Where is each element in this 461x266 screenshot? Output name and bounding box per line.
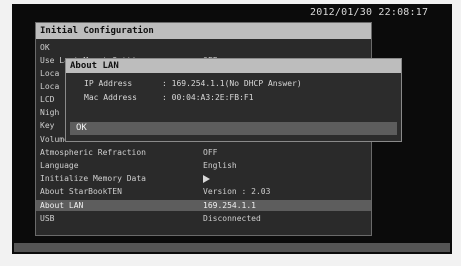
datetime-readout: 2012/01/30 22:08:17 bbox=[310, 7, 429, 18]
menu-item-ok[interactable]: OK bbox=[36, 42, 371, 53]
menu-item-value: Version : 2.03 bbox=[203, 187, 271, 196]
menu-item-label: Key bbox=[40, 121, 55, 130]
about-lan-dialog: About LAN IP Address : 169.254.1.1(No DHC… bbox=[65, 58, 402, 142]
dialog-title: About LAN bbox=[66, 59, 401, 73]
menu-item-label: OK bbox=[40, 43, 50, 52]
ip-address-value: : 169.254.1.1(No DHCP Answer) bbox=[162, 79, 302, 88]
screen-bottom-edge bbox=[14, 243, 450, 252]
menu-item-initialize-memory-data[interactable]: Initialize Memory Data bbox=[36, 173, 371, 184]
ip-address-line: IP Address : 169.254.1.1(No DHCP Answer) bbox=[84, 79, 302, 88]
menu-item-value: OFF bbox=[203, 148, 218, 157]
play-icon bbox=[203, 173, 210, 184]
mac-address-label: Mac Address bbox=[84, 93, 137, 102]
panel-title: Initial Configuration bbox=[36, 23, 371, 39]
ip-address-label: IP Address bbox=[84, 79, 133, 88]
menu-item-value: 169.254.1.1 bbox=[203, 201, 256, 210]
menu-item-label: About StarBookTEN bbox=[40, 187, 122, 196]
menu-item-about-starbookten[interactable]: About StarBookTEN Version : 2.03 bbox=[36, 186, 371, 197]
menu-item-label: Language bbox=[40, 161, 79, 170]
mac-address-value: : 00:04:A3:2E:FB:F1 bbox=[162, 93, 254, 102]
menu-item-label: LCD bbox=[40, 95, 55, 104]
menu-item-label: Initialize Memory Data bbox=[40, 174, 146, 183]
mac-address-line: Mac Address : 00:04:A3:2E:FB:F1 bbox=[84, 93, 254, 102]
ok-button[interactable]: OK bbox=[70, 122, 397, 135]
menu-item-language[interactable]: Language English bbox=[36, 160, 371, 171]
menu-item-usb[interactable]: USB Disconnected bbox=[36, 213, 371, 224]
menu-item-label: Atmospheric Refraction bbox=[40, 148, 146, 157]
menu-item-label: USB bbox=[40, 214, 55, 223]
menu-item-label: About LAN bbox=[40, 201, 84, 210]
menu-item-atmospheric-refraction[interactable]: Atmospheric Refraction OFF bbox=[36, 147, 371, 158]
menu-item-label: Nigh bbox=[40, 108, 60, 117]
menu-item-label: Loca bbox=[40, 82, 60, 91]
menu-item-value: English bbox=[203, 161, 237, 170]
menu-item-label: Loca bbox=[40, 69, 60, 78]
menu-item-about-lan[interactable]: About LAN 169.254.1.1 bbox=[36, 200, 371, 211]
menu-item-value: Disconnected bbox=[203, 214, 261, 223]
